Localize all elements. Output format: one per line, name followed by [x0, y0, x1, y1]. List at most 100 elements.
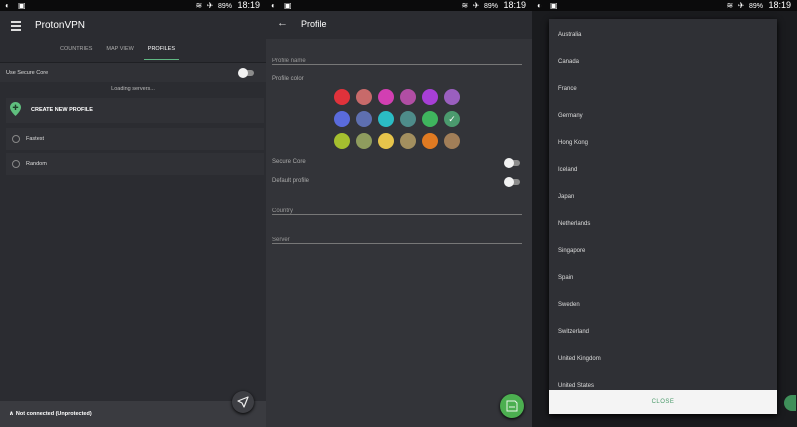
wifi-icon: ≋ — [195, 1, 203, 10]
connection-status-text: Not connected (Unprotected) — [15, 411, 92, 417]
dimmed-save-button — [784, 395, 796, 411]
color-swatch[interactable] — [356, 89, 372, 105]
server-field[interactable] — [272, 228, 522, 244]
status-notification-icons: ◐ ▣ — [537, 1, 561, 10]
color-swatch[interactable] — [334, 111, 350, 127]
send-arrow-icon — [237, 396, 249, 408]
status-right: ≋ ✈ 89% 18:19 — [727, 0, 792, 10]
status-bar: ◐ ▣ ≋ ✈ 89% 18:19 — [532, 0, 797, 11]
color-swatch[interactable] — [334, 133, 350, 149]
battery-level: 89% — [217, 3, 232, 10]
secure-core-toggle[interactable] — [238, 68, 254, 78]
profile-color-label: Profile color — [272, 76, 304, 82]
color-swatch[interactable] — [378, 133, 394, 149]
clock: 18:19 — [503, 0, 526, 10]
airplane-icon: ✈ — [737, 1, 745, 10]
quick-connect-button[interactable] — [232, 391, 254, 413]
country-field[interactable] — [272, 199, 522, 215]
country-item[interactable]: Spain — [558, 275, 573, 281]
color-swatch[interactable] — [356, 133, 372, 149]
color-swatch[interactable] — [444, 89, 460, 105]
back-arrow-icon[interactable]: ← — [277, 18, 288, 29]
country-item[interactable]: Japan — [558, 194, 574, 200]
connection-status: ∧ Not connected (Unprotected) — [9, 410, 92, 417]
default-profile-label: Default profile — [272, 178, 310, 184]
status-right: ≋ ✈ 89% 18:19 — [196, 0, 261, 10]
color-swatch[interactable] — [400, 89, 416, 105]
profile-item-random[interactable]: Random — [6, 153, 264, 175]
country-item[interactable]: Canada — [558, 59, 579, 65]
country-item[interactable]: Australia — [558, 32, 581, 38]
country-input[interactable] — [272, 204, 522, 214]
loading-status: Loading servers... — [111, 86, 155, 92]
status-right: ≋ ✈ 89% 18:19 — [462, 0, 527, 10]
status-bar: ◐ ▣ ≋ ✈ 89% 18:19 — [266, 0, 532, 11]
status-notification-icons: ◐ ▣ — [271, 1, 295, 10]
profile-label: Fastest — [26, 136, 45, 142]
tab-profiles[interactable]: PROFILES — [143, 44, 179, 60]
color-swatch[interactable] — [422, 89, 438, 105]
country-item[interactable]: Switzerland — [558, 329, 589, 335]
country-item[interactable]: United States — [558, 383, 594, 389]
radio-icon — [12, 135, 20, 143]
color-swatch[interactable] — [334, 89, 350, 105]
secure-core-row: Use Secure Core — [0, 62, 266, 82]
color-swatch[interactable]: ✓ — [444, 111, 460, 127]
profile-name-field[interactable] — [272, 49, 522, 65]
secure-core-toggle[interactable] — [504, 158, 520, 168]
status-notification-icons: ◐ ▣ — [5, 1, 29, 10]
secure-core-label: Secure Core — [272, 159, 306, 165]
dialog-footer: CLOSE — [549, 390, 777, 414]
chevron-up-icon: ∧ — [9, 411, 14, 417]
app-bar: ProtonVPN COUNTRIES MAP VIEW PROFILES — [0, 11, 266, 61]
close-button[interactable]: CLOSE — [549, 390, 777, 414]
color-swatch[interactable] — [444, 133, 460, 149]
color-swatch[interactable] — [378, 111, 394, 127]
create-profile-label: CREATE NEW PROFILE — [31, 107, 93, 113]
default-profile-toggle[interactable] — [504, 177, 520, 187]
country-item[interactable]: Singapore — [558, 248, 585, 254]
battery-level: 89% — [748, 3, 763, 10]
profile-item-fastest[interactable]: Fastest — [6, 128, 264, 150]
radio-icon — [12, 160, 20, 168]
country-item[interactable]: Hong Kong — [558, 140, 588, 146]
save-icon — [506, 400, 518, 412]
profile-name-input[interactable] — [272, 54, 522, 64]
add-location-pin-icon — [10, 102, 21, 116]
wifi-icon: ≋ — [726, 1, 734, 10]
battery-level: 89% — [483, 3, 498, 10]
color-swatch[interactable] — [422, 133, 438, 149]
color-swatch[interactable] — [400, 111, 416, 127]
tab-countries[interactable]: COUNTRIES — [60, 44, 92, 60]
clock: 18:19 — [768, 0, 791, 10]
color-swatch[interactable] — [378, 89, 394, 105]
server-input[interactable] — [272, 233, 522, 243]
country-item[interactable]: Iceland — [558, 167, 577, 173]
country-item[interactable]: Sweden — [558, 302, 580, 308]
connection-status-bar[interactable]: ∧ Not connected (Unprotected) — [0, 401, 266, 427]
airplane-icon: ✈ — [206, 1, 214, 10]
wifi-icon: ≋ — [461, 1, 469, 10]
color-swatch[interactable] — [422, 111, 438, 127]
country-item[interactable]: Netherlands — [558, 221, 590, 227]
country-selection-dialog: Australia Canada France Germany Hong Kong Ice… — [549, 19, 777, 414]
clock: 18:19 — [237, 0, 260, 10]
color-swatch[interactable] — [356, 111, 372, 127]
country-item[interactable]: Germany — [558, 113, 583, 119]
hamburger-menu-icon[interactable] — [11, 21, 21, 31]
create-profile-button[interactable]: CREATE NEW PROFILE — [6, 98, 264, 123]
color-picker: ✓ — [334, 89, 464, 155]
status-bar: ◐ ▣ ≋ ✈ 89% 18:19 — [0, 0, 266, 11]
checkmark-icon: ✓ — [448, 114, 456, 124]
save-profile-button[interactable] — [500, 394, 524, 418]
tab-map-view[interactable]: MAP VIEW — [106, 44, 133, 60]
country-item[interactable]: France — [558, 86, 577, 92]
profiles-screen: ◐ ▣ ≋ ✈ 89% 18:19 ProtonVPN COUNTRIES MA… — [0, 0, 266, 427]
secure-core-label: Use Secure Core — [6, 70, 49, 76]
color-swatch[interactable] — [400, 133, 416, 149]
profile-editor-screen: ◐ ▣ ≋ ✈ 89% 18:19 ← Profile Profile colo… — [266, 0, 532, 427]
app-bar: ← Profile — [266, 11, 532, 39]
airplane-icon: ✈ — [472, 1, 480, 10]
country-item[interactable]: United Kingdom — [558, 356, 601, 362]
profile-label: Random — [26, 161, 47, 167]
